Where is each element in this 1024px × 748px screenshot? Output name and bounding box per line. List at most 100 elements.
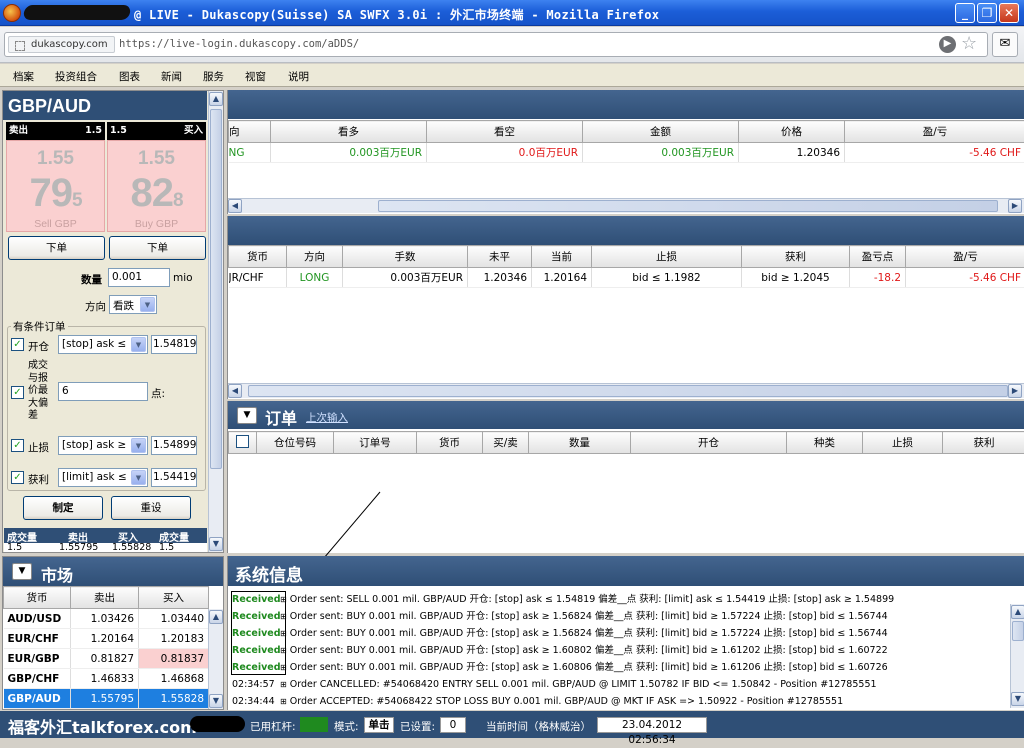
last-input-link[interactable]: 上次输入 bbox=[306, 410, 348, 425]
summary-col-header[interactable]: 盈/亏 bbox=[845, 121, 1024, 143]
open-checkbox[interactable]: ✓ bbox=[11, 338, 24, 351]
home-button[interactable]: ✉ bbox=[992, 32, 1018, 57]
market-sell[interactable]: 1.55795 bbox=[71, 689, 139, 709]
summary-hscrollbar[interactable]: ◀ ▶ bbox=[228, 198, 1024, 213]
orders-col-header[interactable]: 货币 bbox=[417, 432, 483, 454]
scroll-up-icon[interactable]: ▲ bbox=[209, 92, 223, 106]
scroll-thumb[interactable] bbox=[248, 385, 1008, 397]
reset-button[interactable]: 重设 bbox=[111, 496, 191, 520]
close-button[interactable]: ✕ bbox=[999, 3, 1019, 23]
go-arrow-icon[interactable]: ▶ bbox=[939, 36, 956, 53]
market-buy[interactable]: 1.03440 bbox=[139, 609, 209, 629]
expand-icon[interactable]: ⊞ bbox=[280, 595, 287, 604]
positions-col-header[interactable]: 盈/亏 bbox=[906, 246, 1024, 268]
positions-col-header[interactable]: 获利 bbox=[742, 246, 850, 268]
scroll-up-icon[interactable]: ▲ bbox=[1011, 605, 1024, 619]
position-takeprofit[interactable]: bid ≥ 1.2045 bbox=[742, 268, 850, 288]
market-col-header[interactable]: 买入 bbox=[139, 587, 209, 609]
orders-col-header[interactable]: 买/卖 bbox=[483, 432, 529, 454]
menu-charts[interactable]: 图表 bbox=[119, 69, 140, 84]
system-log-scrollbar[interactable]: ▲ ▼ bbox=[1010, 604, 1024, 708]
menu-services[interactable]: 服务 bbox=[203, 69, 224, 84]
open-type-select[interactable]: [stop] ask ≤ ▼ bbox=[58, 335, 148, 354]
scroll-thumb[interactable] bbox=[210, 109, 222, 469]
amount-input[interactable]: 0.001 bbox=[108, 268, 170, 287]
url-text[interactable]: https://live-login.dukascopy.com/aDDS/ bbox=[119, 38, 359, 50]
market-row[interactable]: EUR/GBP 0.81827 0.81837 bbox=[4, 649, 209, 669]
buy-order-button[interactable]: 下单 bbox=[109, 236, 206, 260]
scroll-left-icon[interactable]: ◀ bbox=[228, 199, 242, 213]
positions-row[interactable]: JR/CHF LONG 0.003百万EUR 1.20346 1.20164 b… bbox=[229, 268, 1024, 288]
summary-col-header[interactable]: 看空 bbox=[427, 121, 583, 143]
orders-select-all-header[interactable] bbox=[229, 432, 257, 454]
market-sell[interactable]: 1.20164 bbox=[71, 629, 139, 649]
menu-window[interactable]: 视窗 bbox=[245, 69, 266, 84]
restore-button[interactable]: ❐ bbox=[977, 3, 997, 23]
positions-col-header[interactable]: 方向 bbox=[287, 246, 343, 268]
sell-quote-button[interactable]: 1.55 795 Sell GBP bbox=[6, 140, 105, 232]
chevron-down-icon[interactable]: ▼ bbox=[12, 563, 32, 580]
mode-button[interactable]: 单击 bbox=[364, 717, 394, 733]
market-buy[interactable]: 1.20183 bbox=[139, 629, 209, 649]
menu-news[interactable]: 新闻 bbox=[161, 69, 182, 84]
slippage-input[interactable]: 6 bbox=[58, 382, 148, 401]
scroll-right-icon[interactable]: ▶ bbox=[1008, 384, 1022, 398]
scroll-down-icon[interactable]: ▼ bbox=[209, 537, 223, 551]
market-col-header[interactable]: 货币 bbox=[4, 587, 71, 609]
market-sell[interactable]: 0.81827 bbox=[71, 649, 139, 669]
scroll-thumb[interactable] bbox=[378, 200, 998, 212]
orders-col-header[interactable]: 数量 bbox=[529, 432, 631, 454]
bookmark-star-icon[interactable]: ☆ bbox=[961, 33, 977, 54]
takeprofit-checkbox[interactable]: ✓ bbox=[11, 471, 24, 484]
orders-col-header[interactable]: 止损 bbox=[863, 432, 943, 454]
stoploss-type-select[interactable]: [stop] ask ≥ ▼ bbox=[58, 436, 148, 455]
summary-col-header[interactable]: 向 bbox=[229, 121, 271, 143]
market-sell[interactable]: 1.46833 bbox=[71, 669, 139, 689]
market-buy[interactable]: 0.81837 bbox=[139, 649, 209, 669]
positions-col-header[interactable]: 货币 bbox=[229, 246, 287, 268]
slippage-checkbox[interactable]: ✓ bbox=[11, 386, 24, 399]
scroll-right-icon[interactable]: ▶ bbox=[1008, 199, 1022, 213]
scroll-down-icon[interactable]: ▼ bbox=[1011, 692, 1024, 706]
stoploss-price-input[interactable]: 1.54899 bbox=[151, 436, 197, 455]
positions-col-header[interactable]: 手数 bbox=[343, 246, 468, 268]
market-scrollbar[interactable]: ▲ ▼ bbox=[208, 609, 223, 709]
site-identity-button[interactable]: dukascopy.com bbox=[8, 36, 115, 53]
market-sell[interactable]: 1.03426 bbox=[71, 609, 139, 629]
address-bar[interactable]: dukascopy.com https://live-login.dukasco… bbox=[4, 32, 988, 57]
expand-icon[interactable]: ⊞ bbox=[280, 612, 287, 621]
direction-select[interactable]: 看跌 ▼ bbox=[109, 295, 157, 314]
expand-icon[interactable]: ⊞ bbox=[280, 680, 287, 689]
market-row[interactable]: GBP/CHF 1.46833 1.46868 bbox=[4, 669, 209, 689]
takeprofit-price-input[interactable]: 1.54419 bbox=[151, 468, 197, 487]
market-col-header[interactable]: 卖出 bbox=[71, 587, 139, 609]
expand-icon[interactable]: ⊞ bbox=[280, 646, 287, 655]
takeprofit-type-select[interactable]: [limit] ask ≤ ▼ bbox=[58, 468, 148, 487]
buy-quote-button[interactable]: 1.55 828 Buy GBP bbox=[107, 140, 206, 232]
instrument-scrollbar[interactable]: ▲ ▼ bbox=[208, 91, 223, 552]
market-buy[interactable]: 1.46868 bbox=[139, 669, 209, 689]
scroll-thumb[interactable] bbox=[1012, 621, 1024, 641]
scroll-down-icon[interactable]: ▼ bbox=[209, 694, 223, 708]
summary-col-header[interactable]: 看多 bbox=[271, 121, 427, 143]
menu-portfolio[interactable]: 投资组合 bbox=[55, 69, 97, 84]
market-buy[interactable]: 1.55828 bbox=[139, 689, 209, 709]
positions-col-header[interactable]: 止损 bbox=[592, 246, 742, 268]
scroll-left-icon[interactable]: ◀ bbox=[228, 384, 242, 398]
market-row-selected[interactable]: GBP/AUD 1.55795 1.55828 bbox=[4, 689, 209, 709]
position-stoploss[interactable]: bid ≤ 1.1982 bbox=[592, 268, 742, 288]
orders-col-header[interactable]: 仓位号码 bbox=[257, 432, 334, 454]
positions-col-header[interactable]: 未平 bbox=[468, 246, 532, 268]
expand-icon[interactable]: ⊞ bbox=[280, 697, 287, 706]
menu-help[interactable]: 说明 bbox=[288, 69, 309, 84]
market-row[interactable]: AUD/USD 1.03426 1.03440 bbox=[4, 609, 209, 629]
stoploss-checkbox[interactable]: ✓ bbox=[11, 439, 24, 452]
scroll-up-icon[interactable]: ▲ bbox=[209, 610, 223, 624]
menu-file[interactable]: 档案 bbox=[13, 69, 34, 84]
select-all-checkbox[interactable] bbox=[236, 435, 249, 448]
slippage-status-value[interactable]: 0 bbox=[440, 717, 466, 733]
summary-row[interactable]: NG 0.003百万EUR 0.0百万EUR 0.003百万EUR 1.2034… bbox=[229, 143, 1024, 163]
orders-col-header[interactable]: 开仓 bbox=[631, 432, 787, 454]
chevron-down-icon[interactable]: ▼ bbox=[237, 407, 257, 424]
sell-order-button[interactable]: 下单 bbox=[8, 236, 105, 260]
